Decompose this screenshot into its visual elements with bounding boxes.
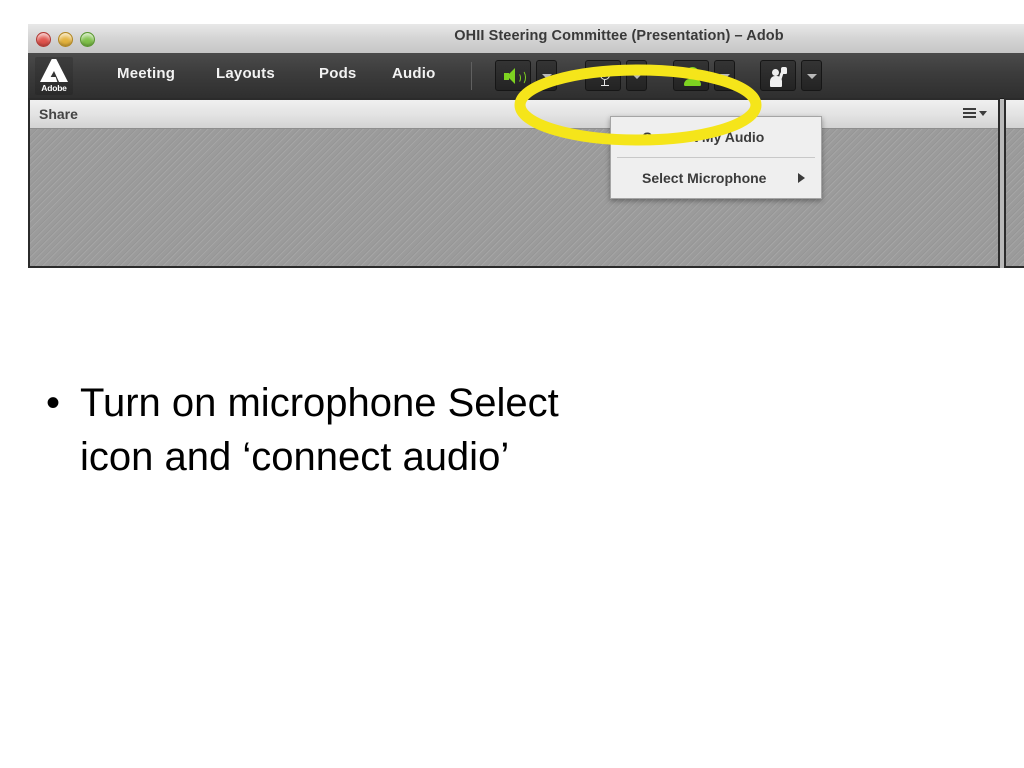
- chevron-down-icon: [631, 73, 642, 79]
- secondary-pod-body[interactable]: [1006, 129, 1024, 266]
- submenu-arrow-icon: [798, 173, 805, 183]
- share-pod-body[interactable]: [30, 129, 998, 266]
- share-pod: Share: [28, 98, 1000, 268]
- toolbar-separator: [471, 62, 472, 90]
- microphone-dropdown-button[interactable]: [626, 60, 647, 91]
- menu-item-layouts[interactable]: Layouts: [216, 65, 275, 82]
- secondary-pod-header: [1006, 100, 1024, 129]
- menu-option-select-microphone[interactable]: Select Microphone: [611, 158, 821, 198]
- speaker-dropdown-button[interactable]: [536, 60, 557, 91]
- webcam-button[interactable]: [673, 60, 709, 91]
- adobe-wordmark: Adobe: [41, 83, 67, 93]
- window-title-bar: OHII Steering Committee (Presentation) –…: [28, 24, 1024, 54]
- menu-option-label: Connect My Audio: [642, 129, 765, 145]
- raise-hand-button[interactable]: [760, 60, 796, 91]
- window-title: OHII Steering Committee (Presentation) –…: [454, 28, 784, 44]
- microphone-context-menu: Connect My Audio Select Microphone: [610, 116, 822, 199]
- raise-hand-dropdown-button[interactable]: [801, 60, 822, 91]
- bullet-item: • Turn on microphone Select icon and ‘co…: [38, 376, 678, 485]
- raise-hand-icon: [769, 66, 790, 87]
- presentation-slide: OHII Steering Committee (Presentation) –…: [0, 0, 1024, 768]
- share-pod-title: Share: [39, 106, 78, 122]
- microphone-button[interactable]: [585, 60, 621, 91]
- bullet-marker: •: [46, 381, 61, 425]
- chevron-down-icon: [806, 73, 817, 79]
- share-pod-header: Share: [30, 100, 998, 129]
- bullet-line-1: Turn on microphone Select: [80, 381, 559, 425]
- bullet-line-2: icon and ‘connect audio’: [80, 435, 510, 480]
- speaker-button[interactable]: [495, 60, 531, 91]
- menu-item-meeting[interactable]: Meeting: [117, 65, 175, 82]
- webcam-icon: [683, 67, 702, 86]
- webcam-dropdown-button[interactable]: [714, 60, 735, 91]
- adobe-logo-icon[interactable]: Adobe: [35, 57, 73, 95]
- speaker-icon: [504, 68, 526, 85]
- menu-option-label: Select Microphone: [642, 170, 767, 186]
- adobe-connect-window-screenshot: OHII Steering Committee (Presentation) –…: [28, 24, 1024, 268]
- microphone-icon: [599, 66, 610, 87]
- menu-item-audio[interactable]: Audio: [392, 65, 436, 82]
- chevron-down-icon: [541, 73, 552, 79]
- slide-body-text: • Turn on microphone Select icon and ‘co…: [38, 376, 678, 485]
- menu-item-pods[interactable]: Pods: [319, 65, 356, 82]
- secondary-pod: [1004, 98, 1024, 268]
- application-menu-bar: Adobe Meeting Layouts Pods Audio: [28, 53, 1024, 99]
- chevron-down-icon: [719, 73, 730, 79]
- adobe-a-glyph: [40, 59, 68, 82]
- pod-options-icon[interactable]: [963, 107, 989, 121]
- menu-option-connect-my-audio[interactable]: Connect My Audio: [611, 117, 821, 157]
